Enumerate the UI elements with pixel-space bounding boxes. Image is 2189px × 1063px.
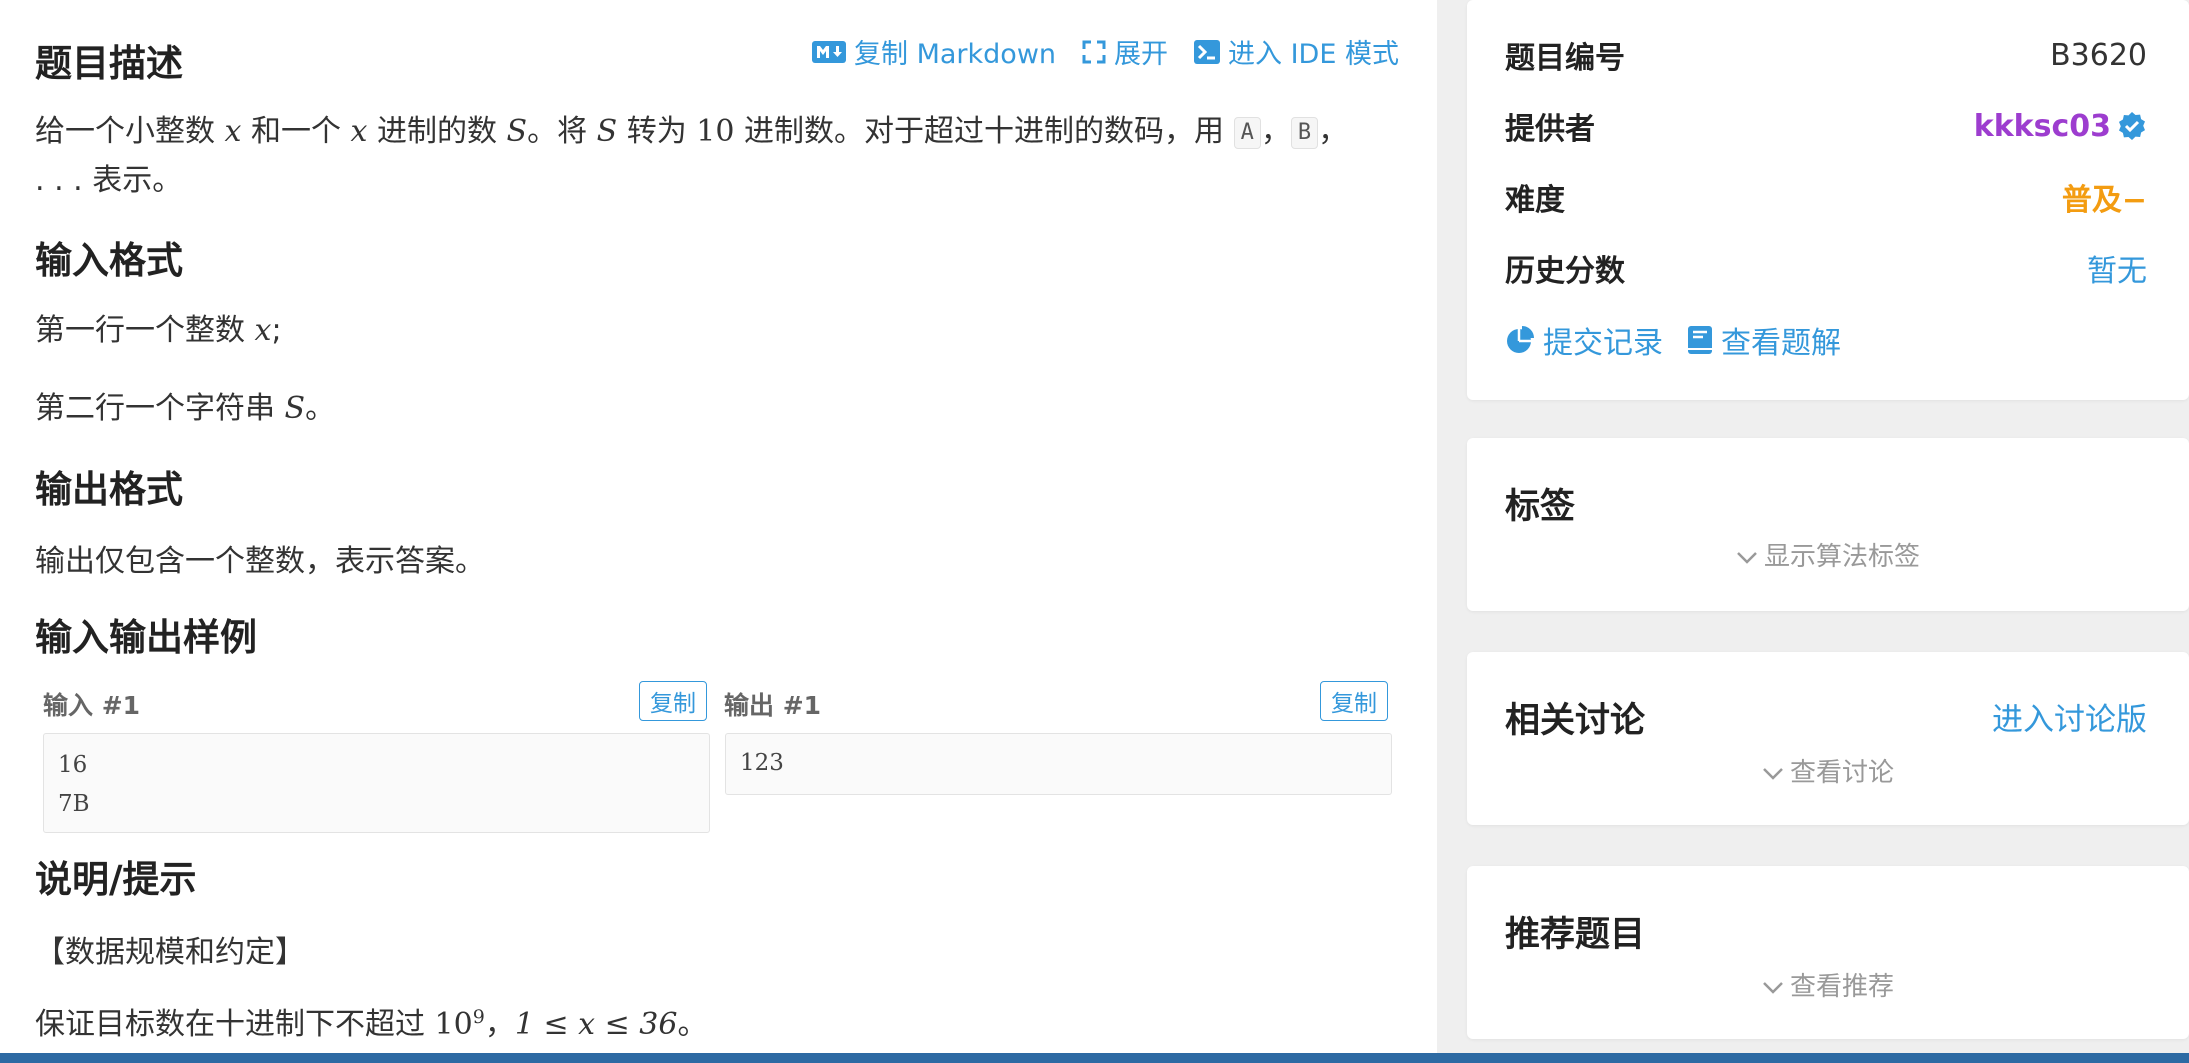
code-b: B — [1290, 116, 1319, 149]
copy-output-button[interactable]: 复制 — [1320, 681, 1388, 721]
chevron-down-icon — [1737, 551, 1757, 564]
enter-discussion-link[interactable]: 进入讨论版 — [1992, 694, 2147, 739]
sample-input-line: 7B — [58, 791, 90, 817]
problem-page: 题目描述 复制 Markdown 展开 进入 IDE 模式 给一个小整数 x 和… — [0, 0, 2189, 1063]
difficulty-key: 难度 — [1505, 183, 1565, 218]
show-recommend-label: 查看推荐 — [1789, 972, 1894, 1002]
discussion-card: 相关讨论 进入讨论版 查看讨论 — [1467, 652, 2189, 825]
show-tags-toggle[interactable]: 显示算法标签 — [1467, 536, 2189, 573]
info-row-difficulty: 难度 普及− — [1505, 176, 2147, 218]
desc-text: 转为 — [617, 114, 697, 149]
hint-text: 。 — [677, 1007, 708, 1042]
input-format-title: 输入格式 — [35, 239, 183, 282]
input-text: ; — [271, 313, 282, 348]
solutions-link[interactable]: 查看题解 — [1687, 318, 1841, 362]
taskbar-strip — [0, 1053, 2189, 1063]
desc-text: 进制数。对于超过十进制的数码，用 — [734, 114, 1234, 149]
info-row-id: 题目编号 B3620 — [1505, 34, 2147, 77]
markdown-icon — [812, 40, 846, 63]
desc-text: 。将 — [527, 114, 597, 149]
hint-title: 说明/提示 — [35, 858, 197, 901]
code-a: A — [1233, 116, 1261, 149]
show-tags-label: 显示算法标签 — [1763, 542, 1920, 572]
problem-toolbar: 复制 Markdown 展开 进入 IDE 模式 — [812, 32, 1399, 71]
chevron-down-icon — [1763, 981, 1783, 994]
id-value: B3620 — [2050, 37, 2147, 73]
difficulty-value: 普及− — [2061, 183, 2147, 218]
input-format-line-1: 第一行一个整数 x; — [35, 305, 282, 349]
hint-line-1: 【数据规模和约定】 — [35, 935, 305, 970]
desc-text: 给一个小整数 — [35, 114, 225, 149]
problem-content: 题目描述 复制 Markdown 展开 进入 IDE 模式 给一个小整数 x 和… — [0, 0, 1437, 1053]
ide-mode-label: 进入 IDE 模式 — [1228, 39, 1399, 70]
book-icon — [1688, 326, 1712, 354]
hint-line-2: 保证目标数在十进制下不超过 109，1 ≤ x ≤ 36。 — [35, 999, 707, 1043]
copy-markdown-label: 复制 Markdown — [854, 39, 1057, 70]
history-key: 历史分数 — [1505, 254, 1625, 289]
verified-icon — [2119, 112, 2145, 140]
fullscreen-icon — [1082, 40, 1106, 63]
math-s: S — [596, 114, 618, 149]
copy-input-button[interactable]: 复制 — [639, 681, 707, 721]
math-ten: 10 — [434, 1007, 473, 1042]
pie-chart-icon — [1507, 326, 1534, 353]
math-ten: 10 — [696, 114, 735, 149]
samples-title: 输入输出样例 — [35, 616, 257, 659]
math-x: x — [350, 114, 368, 149]
sample-input-label: 输入 #1 — [43, 691, 141, 720]
submissions-label: 提交记录 — [1543, 326, 1663, 361]
provider-link[interactable]: kkksc03 — [1974, 109, 2147, 144]
discussion-title: 相关讨论 — [1505, 701, 1646, 741]
ide-mode-button[interactable]: 进入 IDE 模式 — [1194, 32, 1399, 71]
sample-output-box[interactable]: 123 — [725, 733, 1392, 795]
input-text: 。 — [305, 391, 336, 426]
description-line-2: . . . 表示。 — [35, 163, 183, 198]
input-text: 第一行一个整数 — [35, 313, 255, 348]
sample-output-line: 123 — [740, 750, 784, 776]
terminal-icon — [1194, 39, 1221, 64]
description-line-1: 给一个小整数 x 和一个 x 进制的数 S。将 S 转为 10 进制数。对于超过… — [35, 106, 1348, 150]
math-s: S — [506, 114, 528, 149]
show-recommend-toggle[interactable]: 查看推荐 — [1467, 966, 2189, 1003]
desc-text: ， — [1318, 114, 1349, 149]
recommend-title: 推荐题目 — [1505, 915, 1646, 955]
description-title: 题目描述 — [35, 42, 183, 85]
tags-card: 标签 显示算法标签 — [1467, 438, 2189, 611]
hint-text: 保证目标数在十进制下不超过 — [35, 1007, 435, 1042]
output-format-title: 输出格式 — [35, 468, 183, 511]
desc-text: ， — [1260, 114, 1291, 149]
desc-text: 和一个 — [241, 114, 351, 149]
sample-input-line: 16 — [58, 752, 88, 778]
math-s: S — [284, 391, 306, 426]
show-discussion-toggle[interactable]: 查看讨论 — [1467, 752, 2189, 789]
provider-key: 提供者 — [1505, 112, 1595, 147]
chevron-down-icon — [1763, 767, 1783, 780]
math-exponent: 9 — [472, 1006, 485, 1028]
expand-label: 展开 — [1114, 39, 1169, 70]
math-x: x — [224, 114, 242, 149]
sample-input-box[interactable]: 16 7B — [43, 733, 710, 833]
input-text: 第二行一个字符串 — [35, 391, 285, 426]
tags-title: 标签 — [1505, 487, 1576, 527]
info-row-provider: 提供者 kkksc03 — [1505, 105, 2147, 147]
history-value[interactable]: 暂无 — [2087, 246, 2147, 290]
input-format-line-2: 第二行一个字符串 S。 — [35, 383, 335, 427]
expand-button[interactable]: 展开 — [1082, 32, 1168, 71]
info-actions: 提交记录 查看题解 — [1505, 318, 1841, 362]
info-row-history: 历史分数 暂无 — [1505, 247, 2147, 289]
recommend-card: 推荐题目 查看推荐 — [1467, 866, 2189, 1039]
id-key: 题目编号 — [1505, 41, 1625, 76]
hint-text: ， — [484, 1007, 515, 1042]
math-x: x — [254, 313, 272, 348]
desc-text: 进制的数 — [367, 114, 507, 149]
output-format-text: 输出仅包含一个整数，表示答案。 — [35, 544, 485, 579]
copy-markdown-button[interactable]: 复制 Markdown — [812, 32, 1056, 71]
problem-info-card: 题目编号 B3620 提供者 kkksc03 难度 普及− 历史分数 暂无 提交… — [1467, 0, 2189, 400]
show-discussion-label: 查看讨论 — [1789, 758, 1894, 788]
submissions-link[interactable]: 提交记录 — [1505, 318, 1663, 362]
sample-output-label: 输出 #1 — [724, 691, 822, 720]
provider-name: kkksc03 — [1973, 108, 2111, 144]
solutions-label: 查看题解 — [1721, 326, 1841, 361]
math-range: 1 ≤ x ≤ 36 — [514, 1007, 678, 1042]
